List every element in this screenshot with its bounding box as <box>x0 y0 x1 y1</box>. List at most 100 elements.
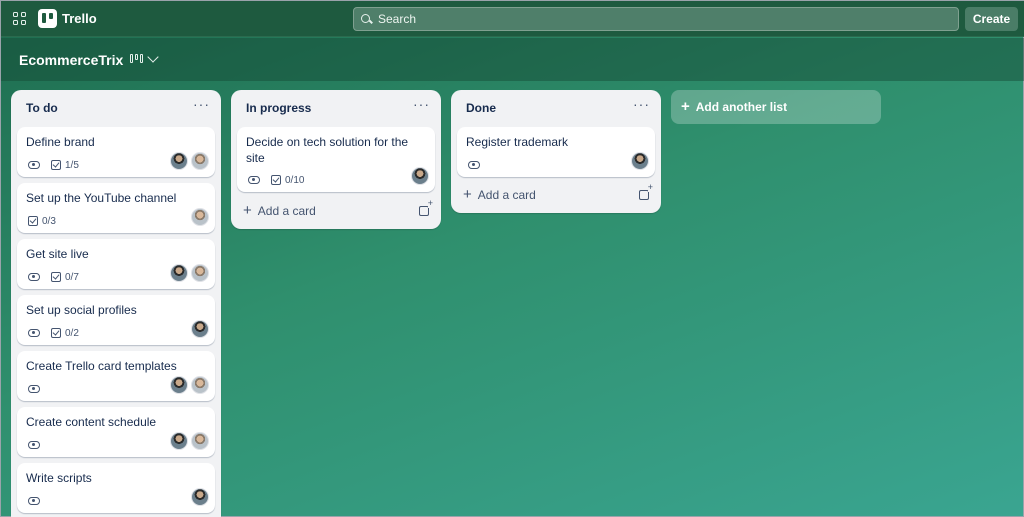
card-badges <box>28 383 51 395</box>
card[interactable]: Get site live 0/7 <box>17 239 215 289</box>
chevron-down-icon[interactable] <box>147 51 159 63</box>
eye-icon <box>468 161 480 169</box>
card-members <box>628 152 649 170</box>
search-input[interactable]: Search <box>353 7 959 31</box>
list-title[interactable]: To do <box>26 101 58 115</box>
top-navigation-bar: Trello Search Create <box>1 1 1024 37</box>
list-header: In progress ··· <box>231 90 441 124</box>
eye-icon <box>28 497 40 505</box>
board-header: EcommerceTrix <box>1 38 1024 81</box>
list-title[interactable]: Done <box>466 101 496 115</box>
trello-logo[interactable]: Trello <box>38 9 97 28</box>
add-card-button[interactable]: + Add a card <box>463 186 536 203</box>
card[interactable]: Create Trello card templates <box>17 351 215 401</box>
checklist-icon <box>28 216 38 226</box>
card[interactable]: Write scripts <box>17 463 215 513</box>
card-badges: 0/2 <box>28 327 79 339</box>
add-card-button[interactable]: + Add a card <box>243 202 316 219</box>
avatar[interactable] <box>170 376 188 394</box>
list-menu-button[interactable]: ··· <box>413 96 430 112</box>
checklist-icon <box>51 272 61 282</box>
add-another-list-button[interactable]: + Add another list <box>671 90 881 124</box>
add-list-label: Add another list <box>695 100 788 114</box>
create-button[interactable]: Create <box>965 7 1018 31</box>
card-members <box>167 376 209 394</box>
avatar[interactable] <box>191 376 209 394</box>
checklist-count: 0/10 <box>285 174 305 186</box>
list-title[interactable]: In progress <box>246 101 311 115</box>
avatar[interactable] <box>191 432 209 450</box>
card-title: Get site live <box>26 247 89 261</box>
card-title: Set up social profiles <box>26 303 137 317</box>
eye-icon <box>28 273 40 281</box>
card-title: Set up the YouTube channel <box>26 191 177 205</box>
eye-icon <box>248 176 260 184</box>
plus-icon: + <box>681 98 690 115</box>
checklist-count: 1/5 <box>65 159 79 171</box>
list-header: To do ··· <box>11 90 221 124</box>
card-members <box>188 320 209 338</box>
trello-logo-icon <box>38 9 57 28</box>
card-badges: 0/3 <box>28 215 56 227</box>
create-from-template-icon[interactable] <box>639 183 653 200</box>
avatar[interactable] <box>191 320 209 338</box>
card-badges: 0/10 <box>248 174 304 186</box>
card-title: Create Trello card templates <box>26 359 177 373</box>
checklist-count: 0/2 <box>65 327 79 339</box>
board-title[interactable]: EcommerceTrix <box>19 52 123 68</box>
board-view-icon[interactable] <box>130 54 143 64</box>
avatar[interactable] <box>191 264 209 282</box>
eye-icon <box>28 441 40 449</box>
avatar[interactable] <box>191 208 209 226</box>
checklist-icon <box>271 175 281 185</box>
checklist-icon <box>51 160 61 170</box>
avatar[interactable] <box>170 264 188 282</box>
avatar[interactable] <box>191 152 209 170</box>
card-badges <box>28 439 51 451</box>
app-switcher-icon[interactable] <box>13 12 27 26</box>
card-members <box>167 264 209 282</box>
card-badges <box>468 159 491 171</box>
avatar[interactable] <box>170 152 188 170</box>
card-badges <box>28 495 51 507</box>
card-title: Define brand <box>26 135 95 149</box>
card-title: Write scripts <box>26 471 92 485</box>
avatar[interactable] <box>631 152 649 170</box>
list-menu-button[interactable]: ··· <box>193 96 210 112</box>
plus-icon: + <box>243 202 252 219</box>
card-members <box>167 432 209 450</box>
create-from-template-icon[interactable] <box>419 199 433 216</box>
card-title: Decide on tech solution for the site <box>246 135 409 165</box>
plus-icon: + <box>463 186 472 203</box>
checklist-count: 0/7 <box>65 271 79 283</box>
card-members <box>408 167 429 185</box>
eye-icon <box>28 385 40 393</box>
add-card-label: Add a card <box>477 188 536 202</box>
list-in-progress: In progress ··· Decide on tech solution … <box>231 90 441 229</box>
add-card-label: Add a card <box>257 204 316 218</box>
card-title: Register trademark <box>466 135 569 149</box>
app-name: Trello <box>62 11 97 26</box>
list-done: Done ··· Register trademark + Add a card <box>451 90 661 213</box>
avatar[interactable] <box>191 488 209 506</box>
card-badges: 1/5 <box>28 159 79 171</box>
card[interactable]: Set up social profiles 0/2 <box>17 295 215 345</box>
avatar[interactable] <box>170 432 188 450</box>
search-icon <box>361 13 372 25</box>
card-members <box>188 488 209 506</box>
list-menu-button[interactable]: ··· <box>633 96 650 112</box>
checklist-count: 0/3 <box>42 215 56 227</box>
list-header: Done ··· <box>451 90 661 124</box>
card[interactable]: Register trademark <box>457 127 655 177</box>
card[interactable]: Set up the YouTube channel 0/3 <box>17 183 215 233</box>
card[interactable]: Decide on tech solution for the site 0/10 <box>237 127 435 192</box>
eye-icon <box>28 161 40 169</box>
avatar[interactable] <box>411 167 429 185</box>
card-badges: 0/7 <box>28 271 79 283</box>
search-placeholder: Search <box>378 12 417 26</box>
card-members <box>188 208 209 226</box>
card-members <box>167 152 209 170</box>
card[interactable]: Create content schedule <box>17 407 215 457</box>
eye-icon <box>28 329 40 337</box>
card[interactable]: Define brand 1/5 <box>17 127 215 177</box>
